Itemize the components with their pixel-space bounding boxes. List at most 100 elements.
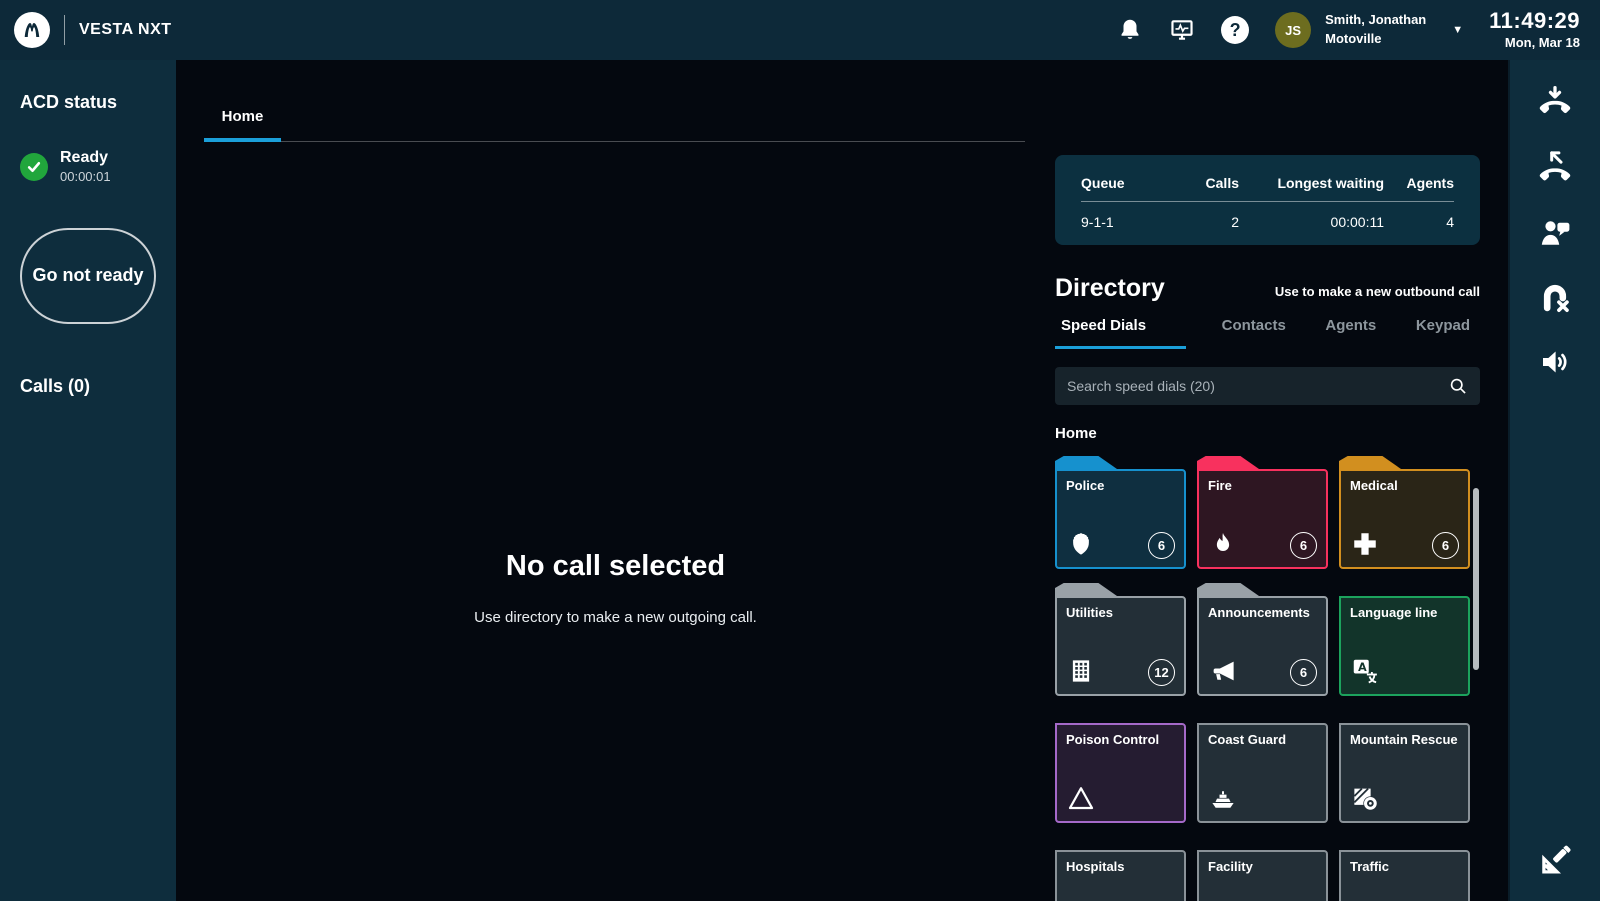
directory-tabs: Speed Dials Contacts Agents Keypad: [1055, 317, 1480, 349]
speed-dial-fire[interactable]: Fire 6: [1197, 456, 1328, 569]
acd-status-text: Ready 00:00:01: [60, 149, 111, 184]
speed-dial-poison-control[interactable]: Poison Control: [1055, 710, 1186, 823]
tile-body: Medical6: [1339, 469, 1470, 569]
directory-tab-keypad[interactable]: Keypad: [1412, 317, 1474, 349]
avatar[interactable]: JS: [1275, 12, 1311, 48]
folder-tab: [1055, 456, 1117, 469]
search-icon[interactable]: [1448, 376, 1468, 396]
speed-dial-row: Hospitals Facility Traffic: [1055, 837, 1470, 901]
count-badge: 6: [1148, 532, 1175, 559]
speed-dial-facility[interactable]: Facility: [1197, 837, 1328, 901]
calls-heading: Calls (0): [20, 376, 156, 397]
topbar-actions: ? JS Smith, Jonathan Motoville ▼ 11:49:2…: [1117, 8, 1580, 52]
brand-group: VESTA NXT: [14, 12, 172, 48]
tile-body: Announcements6: [1197, 596, 1328, 696]
count-badge: 12: [1148, 659, 1175, 686]
building-icon: [1066, 656, 1096, 686]
tile-body: Coast Guard: [1197, 723, 1328, 823]
tile-label: Fire: [1208, 479, 1317, 494]
queue-col-header-agents: Agents: [1384, 175, 1454, 191]
tab-home[interactable]: Home: [204, 100, 281, 142]
tile-label: Hospitals: [1066, 860, 1175, 875]
tile-label: Mountain Rescue: [1350, 733, 1459, 748]
directory-tab-speed-dials[interactable]: Speed Dials: [1055, 317, 1186, 349]
user-name: Smith, Jonathan Motoville: [1325, 11, 1426, 49]
measure-edit-icon[interactable]: [1537, 842, 1573, 881]
tile-body: Hospitals: [1055, 850, 1186, 901]
agent-assist-icon[interactable]: [1537, 214, 1573, 253]
queue-cell: 4: [1384, 214, 1454, 230]
directory-header: Directory Use to make a new outbound cal…: [1055, 267, 1480, 303]
speed-dial-medical[interactable]: Medical6: [1339, 456, 1470, 569]
acd-sidebar: ACD status Ready 00:00:01 Go not ready C…: [0, 60, 176, 901]
scrollbar-thumb[interactable]: [1473, 488, 1479, 670]
tile-body: Fire 6: [1197, 469, 1328, 569]
queue-row: 9-1-1200:00:114: [1081, 202, 1454, 230]
bell-icon[interactable]: [1117, 17, 1143, 43]
question-mark: ?: [1221, 16, 1249, 44]
megaphone-icon: [1208, 656, 1238, 686]
queue-cell: 9-1-1: [1081, 214, 1159, 230]
clock-date: Mon, Mar 18: [1505, 35, 1580, 50]
count-badge: 6: [1290, 532, 1317, 559]
speed-dial-utilities[interactable]: Utilities 12: [1055, 583, 1186, 696]
tile-label: Coast Guard: [1208, 733, 1317, 748]
top-bar: VESTA NXT ? JS Smith, Jonathan Motoville…: [0, 0, 1600, 60]
tile-label: Utilities: [1066, 606, 1175, 621]
tile-label: Medical: [1350, 479, 1459, 494]
help-icon[interactable]: ?: [1221, 16, 1249, 44]
answer-call-icon[interactable]: [1537, 84, 1573, 123]
rescue-map-icon: [1350, 783, 1380, 813]
boat-icon: [1208, 783, 1238, 813]
tile-body: Utilities 12: [1055, 596, 1186, 696]
tile-body: Language line: [1339, 596, 1470, 696]
queue-cell: 00:00:11: [1239, 214, 1384, 230]
directory-hint: Use to make a new outbound call: [1275, 284, 1480, 303]
tile-body: Poison Control: [1055, 723, 1186, 823]
acd-status-timer: 00:00:01: [60, 169, 111, 184]
directory-tab-agents[interactable]: Agents: [1321, 317, 1380, 349]
clock-time: 11:49:29: [1489, 8, 1580, 33]
directory-title: Directory: [1055, 274, 1165, 303]
folder-tab: [1197, 583, 1259, 596]
tile-label: Police: [1066, 479, 1175, 494]
speed-dial-row: Police 6 Fire 6 Medical6: [1055, 456, 1470, 569]
speed-dial-announcements[interactable]: Announcements6: [1197, 583, 1328, 696]
count-badge: 6: [1290, 659, 1317, 686]
ready-check-icon: [20, 153, 48, 181]
directory-tab-contacts[interactable]: Contacts: [1218, 317, 1290, 349]
app-title: VESTA NXT: [79, 21, 172, 39]
search-box: [1055, 367, 1480, 405]
warning-triangle-icon: [1066, 783, 1096, 813]
clock: 11:49:29 Mon, Mar 18: [1489, 8, 1580, 52]
acd-status-row: Ready 00:00:01: [20, 149, 156, 184]
speed-dial-traffic[interactable]: Traffic: [1339, 837, 1470, 901]
folder-tab: [1055, 583, 1117, 596]
speed-dial-language-line[interactable]: Language line: [1339, 583, 1470, 696]
empty-state-title: No call selected: [176, 550, 1055, 583]
search-input[interactable]: [1067, 378, 1448, 394]
release-call-icon[interactable]: [1537, 149, 1573, 188]
tile-label: Language line: [1350, 606, 1459, 621]
tile-body: Mountain Rescue: [1339, 723, 1470, 823]
speed-dial-hospitals[interactable]: Hospitals: [1055, 837, 1186, 901]
queue-col-header-queue: Queue: [1081, 175, 1159, 191]
speed-dial-police[interactable]: Police 6: [1055, 456, 1186, 569]
user-name-line1: Smith, Jonathan: [1325, 12, 1426, 27]
tile-label: Traffic: [1350, 860, 1459, 875]
volume-icon[interactable]: [1537, 344, 1573, 383]
no-call-empty-state: No call selected Use directory to make a…: [176, 550, 1055, 626]
chevron-down-icon[interactable]: ▼: [1452, 24, 1463, 36]
empty-state-subtitle: Use directory to make a new outgoing cal…: [176, 609, 1055, 626]
translate-icon: [1350, 656, 1380, 686]
call-action-bar: [1508, 60, 1600, 901]
queue-status-card: QueueCallsLongest waitingAgents 9-1-1200…: [1055, 155, 1480, 245]
user-name-line2: Motoville: [1325, 31, 1381, 46]
queue-cell: 2: [1159, 214, 1239, 230]
acd-status-heading: ACD status: [20, 92, 156, 113]
speed-dial-mountain-rescue[interactable]: Mountain Rescue: [1339, 710, 1470, 823]
system-monitor-icon[interactable]: [1169, 17, 1195, 43]
queue-remove-icon[interactable]: [1537, 279, 1573, 318]
speed-dial-coast-guard[interactable]: Coast Guard: [1197, 710, 1328, 823]
go-not-ready-button[interactable]: Go not ready: [20, 228, 156, 324]
